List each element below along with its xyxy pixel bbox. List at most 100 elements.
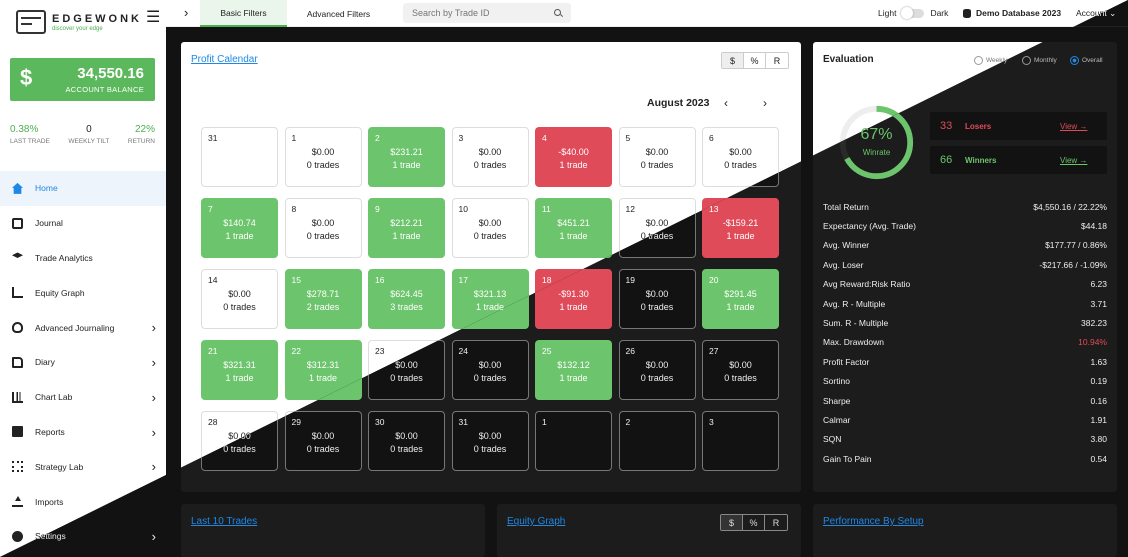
tab-advanced-filters[interactable]: Advanced Filters — [287, 0, 390, 27]
day-profit: $0.00 — [228, 289, 251, 299]
sidebar-item-diary[interactable]: Diary › — [0, 345, 166, 380]
chevron-right-icon: › — [151, 354, 156, 370]
calendar-day[interactable]: 9 $212.21 1 trade — [368, 198, 445, 258]
calendar-day[interactable]: 14 $0.00 0 trades — [201, 269, 278, 329]
calendar-day[interactable]: 31 — [201, 127, 278, 187]
sidebar-item-settings[interactable]: Settings › — [0, 519, 166, 554]
tab-basic-filters[interactable]: Basic Filters — [200, 0, 287, 27]
day-number: 13 — [709, 204, 719, 214]
unit-dollar-button[interactable]: $ — [721, 515, 743, 530]
calendar-day[interactable]: 5 $0.00 0 trades — [618, 127, 696, 187]
sidebar-item-journal[interactable]: Journal — [0, 206, 166, 241]
day-number: 27 — [709, 346, 719, 356]
calendar-day[interactable]: 1 $0.00 0 trades — [284, 127, 362, 187]
calendar-day[interactable]: 3 $0.00 0 trades — [451, 127, 529, 187]
calendar-day[interactable]: 31 $0.00 0 trades — [451, 411, 529, 471]
sidebar-item-chart-lab[interactable]: Chart Lab › — [0, 380, 166, 415]
sidebar-nav: Home Journal Trade Analytics Equity Grap… — [0, 171, 166, 554]
next-month-icon[interactable]: › — [763, 96, 767, 110]
calendar-day[interactable]: 20 $291.45 1 trade — [702, 269, 779, 329]
calendar-day[interactable]: 28 $0.00 0 trades — [201, 411, 278, 471]
winners-count: 66 — [940, 154, 953, 166]
metric-row: Total Return $4,550.16 / 22.22% — [823, 197, 1107, 216]
unit-dollar-button[interactable]: $ — [722, 53, 744, 68]
day-profit: $0.00 — [395, 431, 418, 441]
period-monthly-radio[interactable]: Monthly — [1022, 56, 1057, 65]
winners-view-link[interactable]: View → — [1060, 156, 1087, 165]
day-trades: 0 trades — [223, 302, 256, 312]
calendar-day[interactable]: 19 $0.00 0 trades — [618, 269, 696, 329]
calendar-day[interactable]: 8 $0.00 0 trades — [284, 198, 362, 258]
sidebar: EDGEWONK discover your edge ☰ $ 34,550.1… — [0, 0, 166, 557]
account-balance-card: $ 34,550.16 ACCOUNT BALANCE — [10, 58, 155, 101]
calendar-day[interactable]: 16 $624.45 3 trades — [368, 269, 445, 329]
database-selector[interactable]: Demo Database 2023 — [963, 8, 1061, 18]
search-icon[interactable] — [554, 9, 561, 16]
calendar-day[interactable]: 7 $140.74 1 trade — [201, 198, 278, 258]
calendar-day[interactable]: 25 $132.12 1 trade — [535, 340, 612, 400]
sidebar-item-strategy-lab[interactable]: Strategy Lab › — [0, 449, 166, 484]
losers-view-link[interactable]: View → — [1060, 122, 1087, 131]
sidebar-item-home[interactable]: Home — [0, 171, 166, 206]
calendar-day[interactable]: 4 -$40.00 1 trade — [535, 127, 612, 187]
sidebar-item-imports[interactable]: Imports — [0, 484, 166, 519]
calendar-day[interactable]: 6 $0.00 0 trades — [702, 127, 779, 187]
calendar-day[interactable]: 26 $0.00 0 trades — [618, 340, 696, 400]
sidebar-item-reports[interactable]: Reports › — [0, 415, 166, 450]
calendar-day[interactable]: 17 $321.13 1 trade — [451, 269, 529, 329]
hamburger-menu-icon[interactable]: ☰ — [146, 7, 160, 27]
calendar-day[interactable]: 12 $0.00 0 trades — [618, 198, 696, 258]
prev-month-icon[interactable]: ‹ — [724, 96, 728, 110]
calendar-day[interactable]: 24 $0.00 0 trades — [451, 340, 529, 400]
chevron-right-icon: › — [151, 389, 156, 405]
chevron-down-icon: ⌄ — [1109, 8, 1117, 18]
sidebar-item-trade-analytics[interactable]: Trade Analytics — [0, 241, 166, 276]
search-input[interactable] — [403, 3, 571, 23]
metric-row: Profit Factor 1.63 — [823, 352, 1107, 371]
calendar-day[interactable]: 18 -$91.30 1 trade — [535, 269, 612, 329]
calendar-day[interactable]: 10 $0.00 0 trades — [451, 198, 529, 258]
calendar-day[interactable]: 29 $0.00 0 trades — [284, 411, 362, 471]
chevron-right-icon: › — [151, 320, 156, 336]
metric-row: Sortino 0.19 — [823, 372, 1107, 391]
metric-row: Sharpe 0.16 — [823, 391, 1107, 410]
unit-r-button[interactable]: R — [765, 515, 787, 530]
day-number: 22 — [291, 346, 301, 356]
calendar-day[interactable]: 2 $231.21 1 trade — [368, 127, 445, 187]
performance-setup-title[interactable]: Performance By Setup — [823, 516, 924, 527]
sidebar-item-advanced-journaling[interactable]: Advanced Journaling › — [0, 310, 166, 345]
calendar-day[interactable]: 23 $0.00 0 trades — [368, 340, 445, 400]
metric-value: $44.18 — [1081, 221, 1107, 232]
calendar-day[interactable]: 1 — [535, 411, 612, 471]
equity-graph-title[interactable]: Equity Graph — [507, 516, 565, 527]
unit-percent-button[interactable]: % — [744, 53, 766, 68]
calendar-day[interactable]: 15 $278.71 2 trades — [284, 269, 362, 329]
day-trades: 3 trades — [390, 302, 423, 312]
period-weekly-radio[interactable]: Weekly — [974, 56, 1007, 65]
theme-dark-label: Dark — [930, 8, 949, 18]
day-profit: $231.21 — [390, 147, 423, 157]
metric-label: Sortino — [823, 376, 850, 387]
calendar-day[interactable]: 22 $312.31 1 trade — [284, 340, 362, 400]
theme-toggle[interactable] — [901, 6, 925, 19]
calendar-day[interactable]: 27 $0.00 0 trades — [702, 340, 779, 400]
unit-r-button[interactable]: R — [766, 53, 788, 68]
account-menu[interactable]: Account ⌄ — [1076, 8, 1116, 19]
chevron-right-icon[interactable]: › — [184, 5, 188, 20]
calendar-day[interactable]: 13 -$159.21 1 trade — [702, 198, 779, 258]
last-trades-title[interactable]: Last 10 Trades — [191, 516, 257, 527]
theme-switch[interactable]: Light Dark — [878, 6, 949, 19]
day-trades: 1 trade — [559, 302, 588, 312]
upload-icon — [12, 496, 23, 508]
period-overall-radio[interactable]: Overall — [1070, 56, 1103, 65]
sidebar-item-equity-graph[interactable]: Equity Graph — [0, 275, 166, 310]
calendar-day[interactable]: 21 $321.31 1 trade — [201, 340, 278, 400]
profit-calendar-title[interactable]: Profit Calendar — [191, 54, 258, 65]
calendar-day[interactable]: 30 $0.00 0 trades — [368, 411, 445, 471]
day-trades: 0 trades — [640, 160, 674, 170]
unit-percent-button[interactable]: % — [743, 515, 765, 530]
calendar-day[interactable]: 11 $451.21 1 trade — [535, 198, 612, 258]
calendar-day[interactable]: 2 — [618, 411, 696, 471]
logo[interactable]: EDGEWONK discover your edge — [16, 10, 142, 34]
calendar-day[interactable]: 3 — [702, 411, 779, 471]
